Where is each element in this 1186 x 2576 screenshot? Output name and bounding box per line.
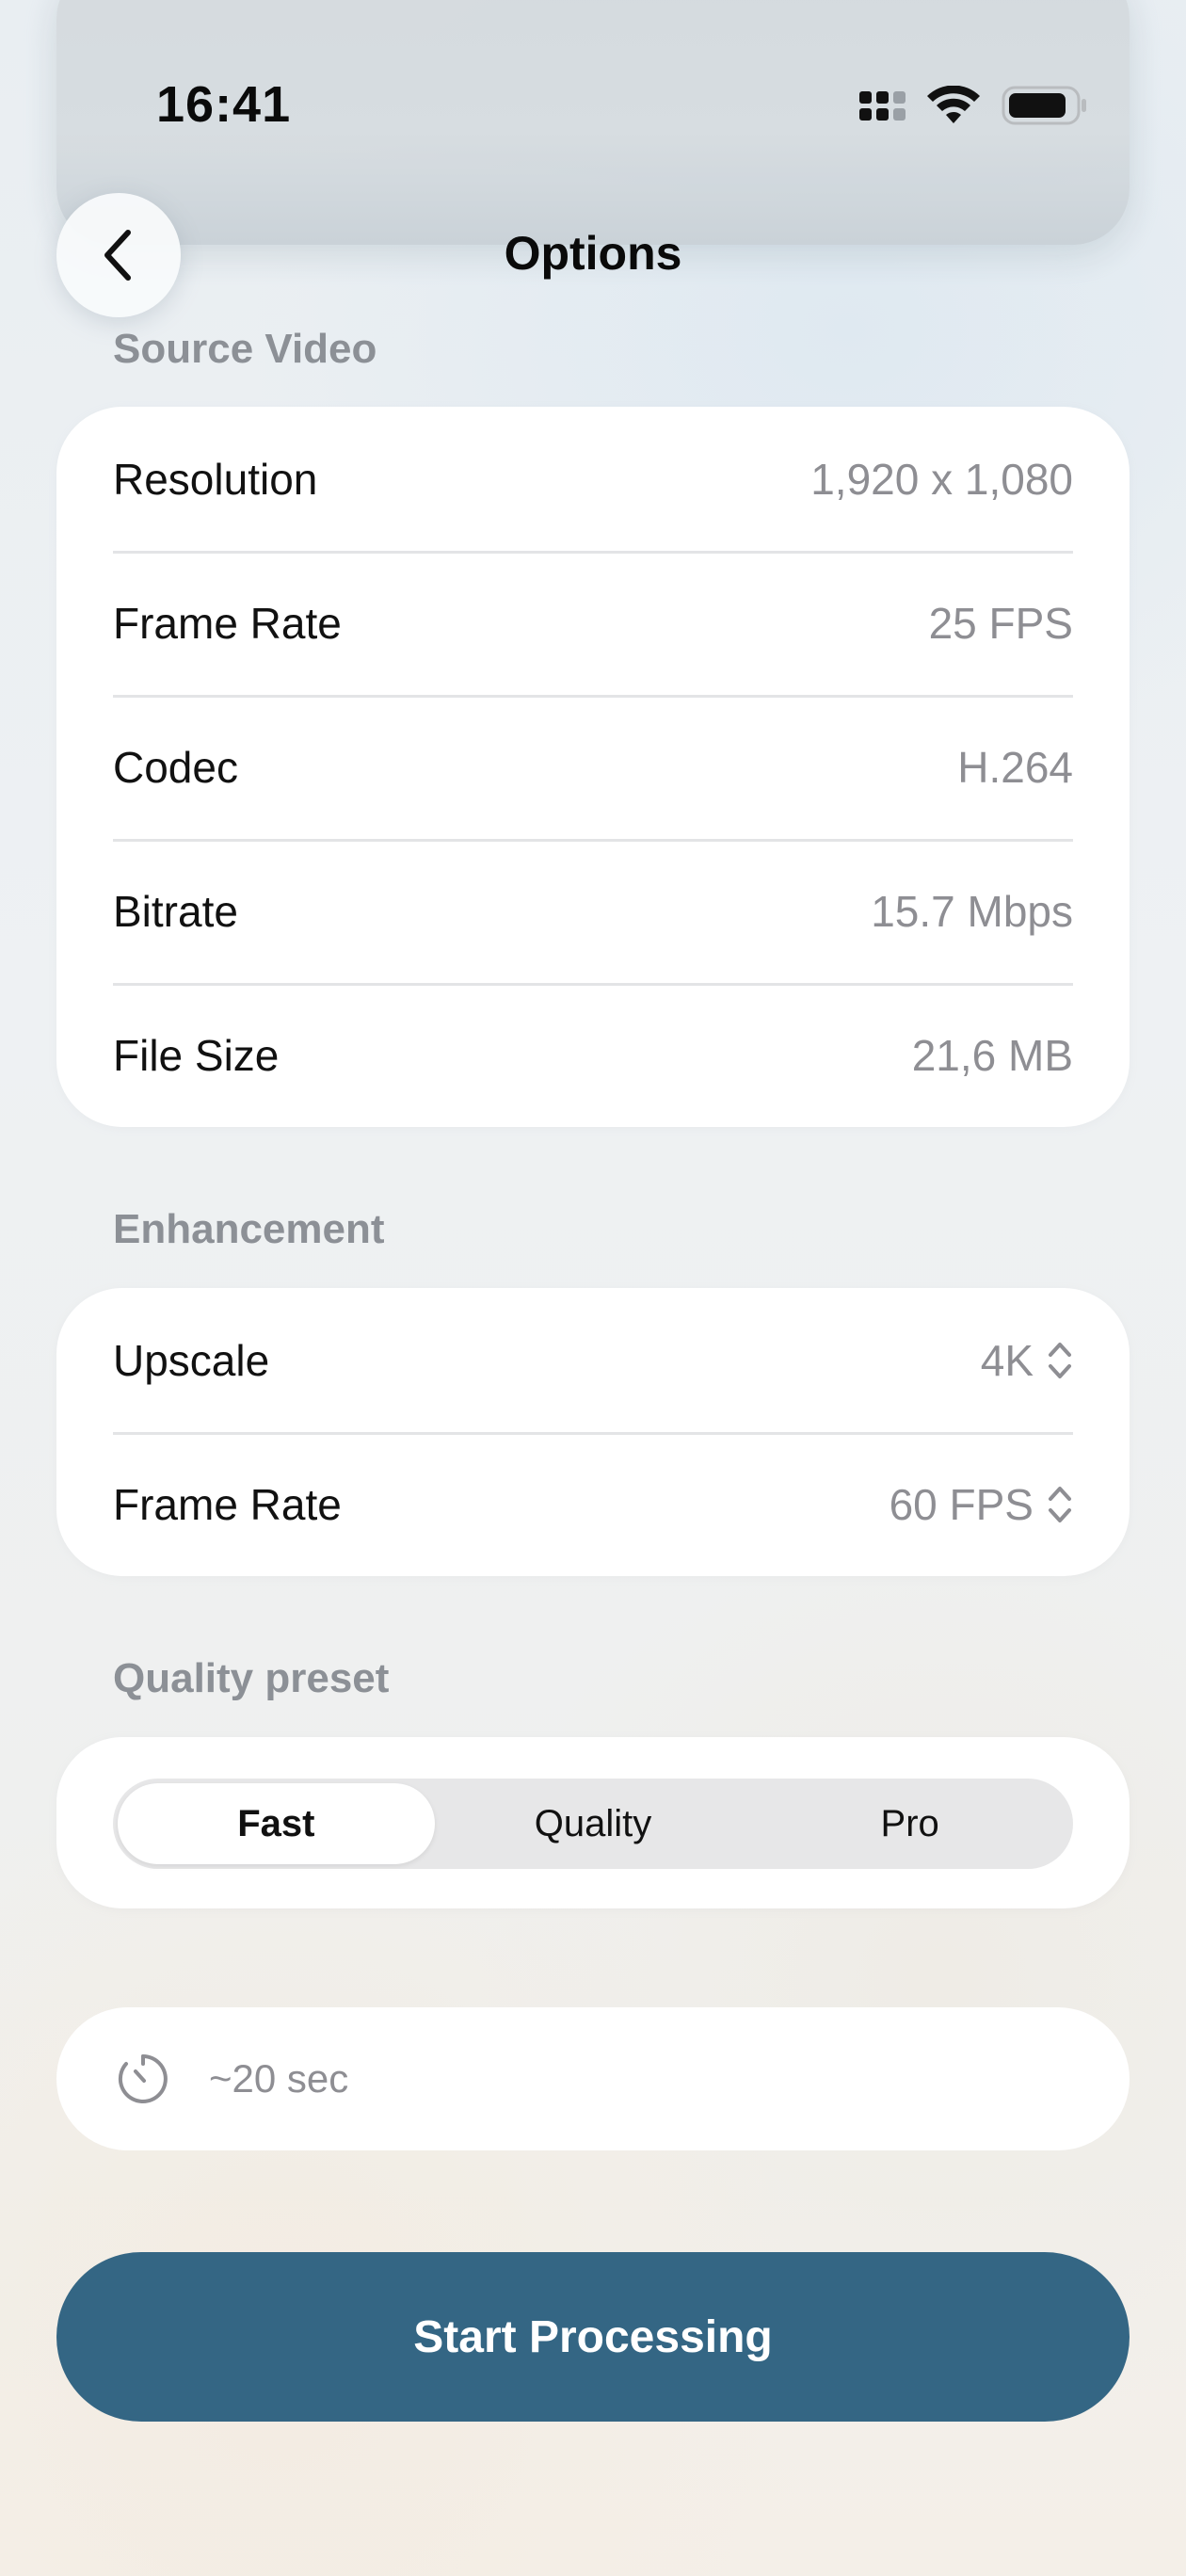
status-icons: [859, 85, 1088, 126]
section-label-quality-preset: Quality preset: [113, 1655, 390, 1701]
source-video-card: Resolution 1,920 x 1,080 Frame Rate 25 F…: [56, 407, 1130, 1127]
start-processing-button[interactable]: Start Processing: [56, 2252, 1130, 2422]
picker-row-frame-rate[interactable]: Frame Rate 60 FPS: [56, 1432, 1130, 1576]
row-value: 25 FPS: [928, 598, 1073, 648]
status-time: 16:41: [156, 76, 292, 133]
row-value: 1,920 x 1,080: [810, 454, 1073, 504]
row-label: File Size: [113, 1030, 280, 1080]
segment-quality[interactable]: Quality: [435, 1783, 752, 1864]
row-value: 21,6 MB: [911, 1030, 1073, 1080]
row-label: Bitrate: [113, 886, 238, 936]
upscale-picker[interactable]: 4K: [981, 1335, 1073, 1386]
row-label: Resolution: [113, 454, 318, 504]
info-row-bitrate: Bitrate 15.7 Mbps: [56, 839, 1130, 983]
chevron-up-down-icon: [1049, 1486, 1071, 1522]
cellular-signal-icon: [859, 90, 906, 121]
status-bar: 16:41: [0, 0, 1186, 217]
quality-preset-segmented-control: Fast Quality Pro: [113, 1779, 1073, 1869]
picker-value: 60 FPS: [889, 1479, 1034, 1529]
section-label-enhancement: Enhancement: [113, 1206, 385, 1252]
info-row-codec: Codec H.264: [56, 695, 1130, 839]
frame-rate-picker[interactable]: 60 FPS: [890, 1479, 1073, 1530]
info-row-file-size: File Size 21,6 MB: [56, 983, 1130, 1127]
row-label: Frame Rate: [113, 598, 342, 648]
time-estimate-text: ~20 sec: [209, 2056, 349, 2101]
info-row-resolution: Resolution 1,920 x 1,080: [56, 407, 1130, 551]
enhancement-card: Upscale 4K Frame Rate 60 FPS: [56, 1288, 1130, 1576]
picker-value: 4K: [980, 1335, 1034, 1385]
info-row-frame-rate: Frame Rate 25 FPS: [56, 551, 1130, 695]
picker-row-upscale[interactable]: Upscale 4K: [56, 1288, 1130, 1432]
time-estimate-card: ~20 sec: [56, 2007, 1130, 2150]
row-value: H.264: [957, 742, 1073, 792]
row-value: 15.7 Mbps: [871, 886, 1073, 936]
row-label: Codec: [113, 742, 238, 792]
timer-icon: [118, 2054, 168, 2103]
segment-pro[interactable]: Pro: [751, 1783, 1068, 1864]
segment-fast[interactable]: Fast: [118, 1783, 435, 1864]
wifi-icon: [927, 86, 980, 123]
chevron-up-down-icon: [1049, 1342, 1071, 1378]
quality-preset-card: Fast Quality Pro: [56, 1737, 1130, 1908]
row-label: Frame Rate: [113, 1479, 342, 1529]
row-label: Upscale: [113, 1335, 270, 1385]
battery-icon: [1002, 86, 1086, 125]
page-title: Options: [504, 227, 682, 280]
section-label-source-video: Source Video: [113, 326, 377, 372]
